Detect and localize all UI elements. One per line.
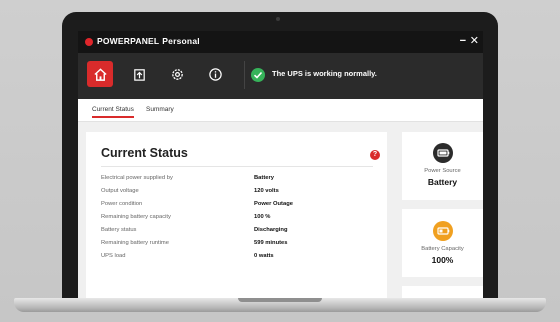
ups-status-message: The UPS is working normally. bbox=[272, 69, 377, 78]
current-status-panel: Current Status ? Electrical power suppli… bbox=[86, 132, 387, 298]
toolbar: The UPS is working normally. bbox=[78, 53, 483, 99]
app-title: POWERPANEL Personal bbox=[97, 36, 200, 46]
row-value: 100 % bbox=[254, 214, 271, 220]
battery-charge-icon bbox=[433, 221, 453, 241]
row-value: Power Outage bbox=[254, 201, 293, 207]
battery-icon bbox=[433, 143, 453, 163]
row-label: Battery status bbox=[101, 227, 137, 233]
export-icon bbox=[133, 68, 145, 81]
row-label: Electrical power supplied by bbox=[101, 175, 173, 181]
row-value: 0 watts bbox=[254, 253, 274, 259]
row-label: UPS load bbox=[101, 253, 126, 259]
row-value: 599 minutes bbox=[254, 240, 288, 246]
title-divider bbox=[101, 166, 373, 167]
row-value: Discharging bbox=[254, 227, 288, 233]
power-source-card: Power Source Battery bbox=[402, 132, 483, 200]
help-icon[interactable]: ? bbox=[370, 150, 380, 160]
power-source-caption: Power Source bbox=[424, 168, 461, 174]
app-window: POWERPANEL Personal − ✕ The UPS is workin… bbox=[78, 31, 483, 298]
status-row: Remaining battery runtime 599 minutes bbox=[101, 240, 373, 253]
close-button[interactable]: ✕ bbox=[470, 34, 479, 47]
row-value: 120 volts bbox=[254, 188, 279, 194]
export-button[interactable] bbox=[126, 61, 152, 87]
status-row: Power condition Power Outage bbox=[101, 201, 373, 214]
panel-title: Current Status bbox=[101, 146, 188, 160]
row-value: Battery bbox=[254, 175, 274, 181]
row-label: Output voltage bbox=[101, 188, 139, 194]
home-button[interactable] bbox=[87, 61, 113, 87]
battery-capacity-card: Battery Capacity 100% bbox=[402, 209, 483, 277]
row-label: Remaining battery capacity bbox=[101, 214, 171, 220]
settings-button[interactable] bbox=[164, 61, 190, 87]
status-row: Electrical power supplied by Battery bbox=[101, 175, 373, 188]
powerpanel-logo-icon bbox=[85, 38, 93, 46]
status-row: Battery status Discharging bbox=[101, 227, 373, 240]
app-brand: POWERPANEL bbox=[97, 36, 160, 46]
home-icon bbox=[93, 67, 107, 81]
gear-icon bbox=[171, 68, 183, 80]
battery-capacity-value: 100% bbox=[431, 255, 454, 265]
toolbar-divider bbox=[244, 61, 245, 89]
webcam bbox=[276, 17, 280, 21]
battery-capacity-caption: Battery Capacity bbox=[421, 246, 464, 252]
tab-summary[interactable]: Summary bbox=[146, 106, 174, 113]
status-row: UPS load 0 watts bbox=[101, 253, 373, 266]
row-label: Remaining battery runtime bbox=[101, 240, 169, 246]
minimize-button[interactable]: − bbox=[460, 35, 466, 47]
title-bar: POWERPANEL Personal − ✕ bbox=[78, 31, 483, 53]
power-source-value: Battery bbox=[427, 177, 458, 187]
app-edition: Personal bbox=[162, 36, 200, 46]
additional-card bbox=[402, 286, 483, 298]
status-row: Output voltage 120 volts bbox=[101, 188, 373, 201]
info-icon bbox=[208, 67, 222, 81]
laptop-notch bbox=[238, 298, 322, 302]
info-button[interactable] bbox=[202, 61, 228, 87]
check-circle-icon bbox=[251, 68, 265, 82]
tab-bar: Current Status Summary bbox=[78, 99, 483, 122]
status-row: Remaining battery capacity 100 % bbox=[101, 214, 373, 227]
tab-current-status[interactable]: Current Status bbox=[92, 106, 134, 118]
row-label: Power condition bbox=[101, 201, 143, 207]
